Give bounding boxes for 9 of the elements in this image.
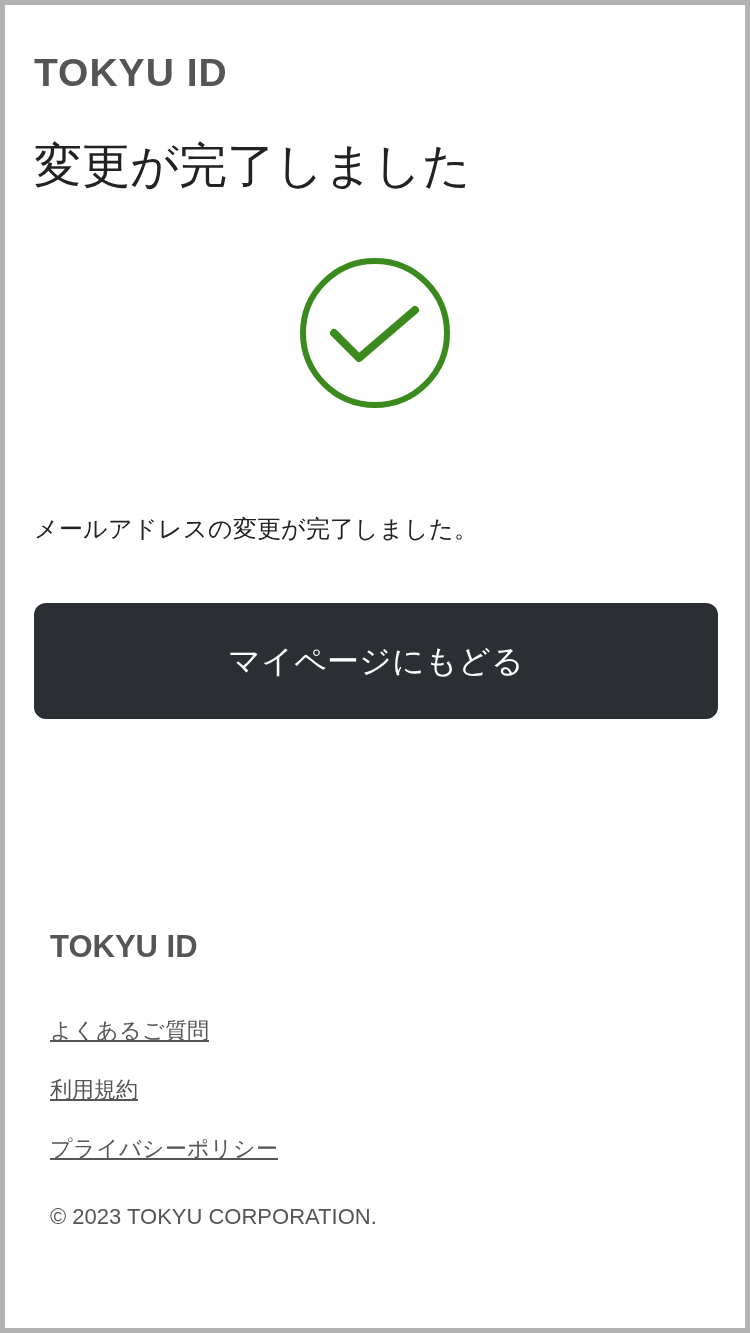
logo: TOKYU ID	[34, 50, 228, 96]
message: メールアドレスの変更が完了しました。	[34, 514, 478, 545]
footer-logo: TOKYU ID	[50, 928, 198, 966]
footer-link[interactable]: よくあるご質問	[50, 1015, 209, 1047]
mypage-button[interactable]: マイページにもどる	[34, 603, 718, 719]
footer-link[interactable]: 利用規約	[50, 1074, 138, 1106]
page-title: 変更が完了しました	[34, 136, 471, 195]
copyright: © 2023 TOKYU CORPORATION.	[50, 1203, 377, 1231]
footer-link[interactable]: プライバシーポリシー	[50, 1133, 278, 1165]
